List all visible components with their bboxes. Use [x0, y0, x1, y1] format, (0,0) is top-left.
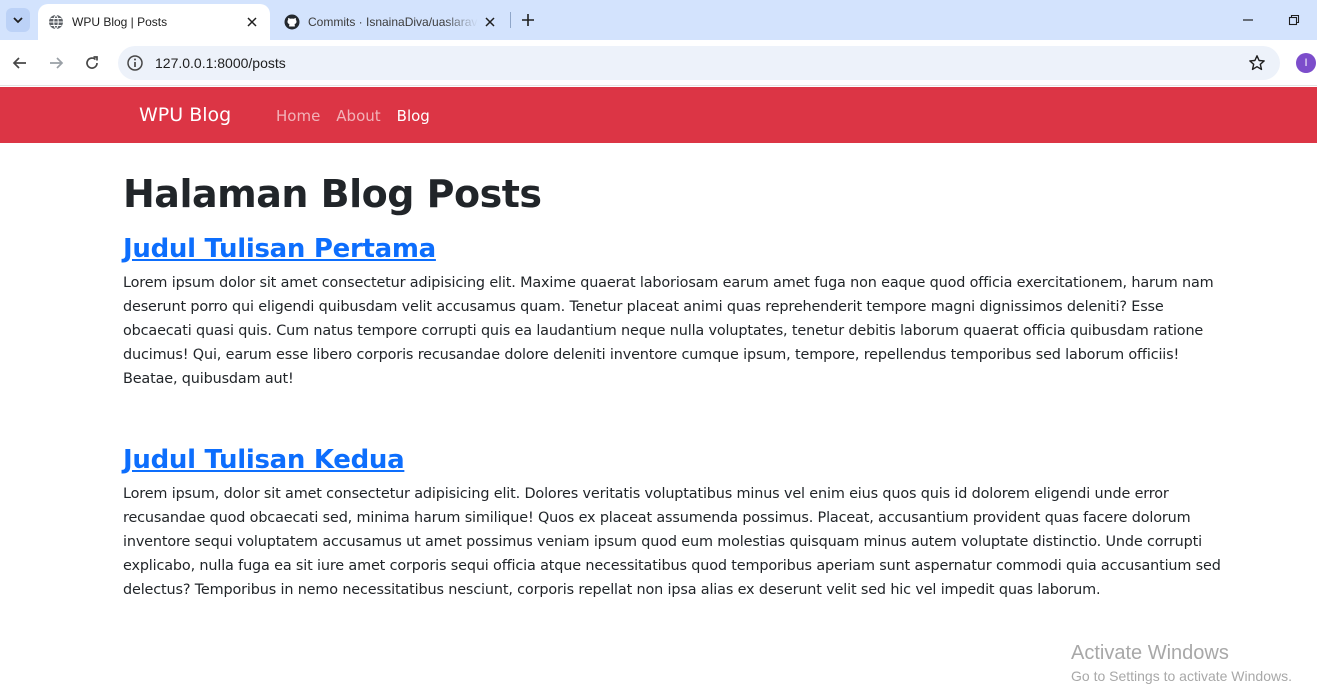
- browser-tab-strip: WPU Blog | Posts Commits · IsnainaDiva/u…: [0, 0, 1317, 40]
- site-navbar: WPU Blog Home About Blog: [0, 87, 1317, 143]
- forward-button[interactable]: [44, 51, 68, 75]
- new-tab-button[interactable]: [516, 8, 540, 32]
- github-icon: [284, 14, 300, 30]
- windows-activation-watermark: Activate Windows Go to Settings to activ…: [1071, 642, 1292, 684]
- chevron-down-icon: [13, 17, 23, 24]
- main-content: Halaman Blog Posts Judul Tulisan Pertama…: [123, 143, 1233, 602]
- arrow-right-icon: [50, 57, 64, 69]
- reload-icon: [86, 56, 98, 69]
- close-icon: [485, 17, 495, 27]
- arrow-left-icon: [12, 57, 26, 69]
- tab-github-commits[interactable]: Commits · IsnainaDiva/uaslaravel: [278, 4, 508, 40]
- post-title-link[interactable]: Judul Tulisan Pertama: [123, 234, 436, 265]
- post-title-link[interactable]: Judul Tulisan Kedua: [123, 445, 405, 476]
- minimize-window-button[interactable]: [1236, 8, 1260, 32]
- nav-link-about[interactable]: About: [336, 107, 380, 125]
- back-button[interactable]: [8, 51, 32, 75]
- watermark-title: Activate Windows: [1071, 642, 1229, 664]
- tab-search-button[interactable]: [6, 8, 30, 32]
- navbar-links: Home About Blog: [276, 107, 430, 125]
- globe-icon: [49, 14, 63, 30]
- post-body: Lorem ipsum, dolor sit amet consectetur …: [123, 485, 1221, 598]
- browser-toolbar: 127.0.0.1:8000/posts I: [0, 40, 1317, 86]
- reload-button[interactable]: [80, 51, 104, 75]
- bookmark-star-icon[interactable]: [1248, 54, 1266, 72]
- tab-title: WPU Blog | Posts: [72, 15, 168, 29]
- page-title: Halaman Blog Posts: [123, 172, 542, 216]
- post-item: Judul Tulisan Pertama Lorem ipsum dolor …: [123, 218, 1233, 391]
- close-tab-button[interactable]: [478, 10, 502, 34]
- restore-icon: [1288, 14, 1300, 26]
- plus-icon: [522, 14, 534, 26]
- tab-title: Commits · IsnainaDiva/uaslaravel: [308, 15, 478, 29]
- restore-window-button[interactable]: [1282, 8, 1306, 32]
- site-info-icon[interactable]: [126, 54, 144, 72]
- url-text[interactable]: 127.0.0.1:8000/posts: [155, 55, 286, 71]
- tab-wpu-blog[interactable]: WPU Blog | Posts: [38, 4, 270, 40]
- nav-link-home[interactable]: Home: [276, 107, 320, 125]
- address-bar[interactable]: 127.0.0.1:8000/posts: [118, 46, 1280, 80]
- tab-separator: [510, 12, 511, 28]
- post-item: Judul Tulisan Kedua Lorem ipsum, dolor s…: [123, 429, 1233, 602]
- post-body: Lorem ipsum dolor sit amet consectetur a…: [123, 274, 1214, 387]
- close-icon: [247, 17, 257, 27]
- close-tab-button[interactable]: [240, 10, 264, 34]
- watermark-subtitle: Go to Settings to activate Windows.: [1071, 668, 1292, 684]
- minimize-icon: [1243, 19, 1253, 21]
- nav-link-blog[interactable]: Blog: [397, 107, 430, 125]
- navbar-brand[interactable]: WPU Blog: [139, 104, 231, 126]
- profile-avatar[interactable]: I: [1296, 53, 1316, 73]
